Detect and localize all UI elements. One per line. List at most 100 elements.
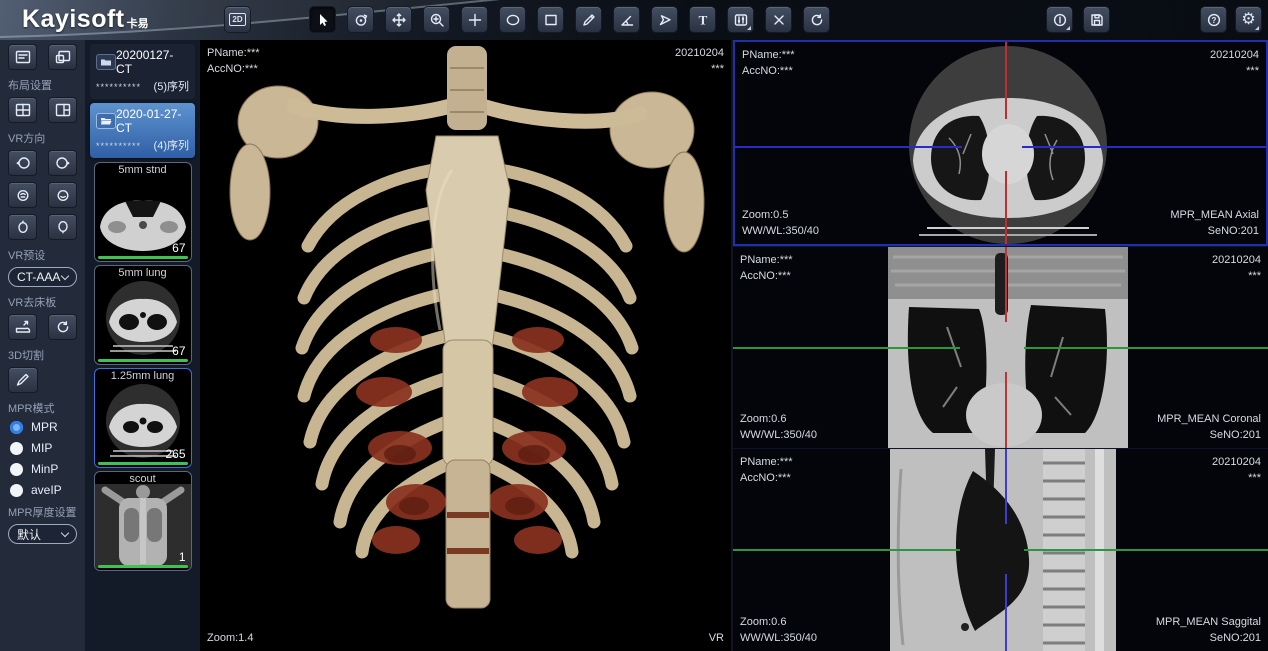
mpr-patient-overlay: PName:*** AccNO:*** <box>742 47 795 79</box>
save-button[interactable] <box>1083 6 1110 33</box>
vr-head-right-button[interactable] <box>48 150 77 176</box>
crosshair-horizontal-green[interactable] <box>1024 347 1268 349</box>
vr-bed-row <box>0 314 85 340</box>
crosshair-tool-button[interactable] <box>461 6 488 33</box>
thumbnail-scout[interactable]: scout 1 <box>94 471 192 571</box>
thumbnail-5mm-stnd[interactable]: 5mm stnd 67 <box>94 162 192 262</box>
head-superior-icon <box>14 219 32 235</box>
mpr-thickness-select[interactable]: 默认 <box>8 524 77 544</box>
vr-head-anterior-button[interactable] <box>8 182 37 208</box>
radio-selected-icon <box>10 421 23 434</box>
head-posterior-icon <box>54 187 72 203</box>
screen-layout-button[interactable] <box>8 44 37 70</box>
scalpel-icon <box>14 372 32 388</box>
left-sidebar: 布局设置 VR方向 <box>0 40 85 651</box>
delete-tool-button[interactable] <box>765 6 792 33</box>
crosshair-vertical-blue[interactable] <box>1005 574 1007 651</box>
crosshair-horizontal-green[interactable] <box>733 347 960 349</box>
mpr-date: 20210204 <box>1212 454 1261 470</box>
reset-icon <box>54 319 72 335</box>
rectangle-tool-button[interactable] <box>537 6 564 33</box>
mpr-pname: PName:*** <box>740 454 793 470</box>
crosshair-vertical-red[interactable] <box>1005 42 1007 119</box>
crosshair-horizontal-green[interactable] <box>1024 549 1268 551</box>
mpr-mode-option-mip[interactable]: MIP <box>10 441 85 455</box>
vr-mode-overlay: VR <box>709 630 724 646</box>
mpr-coronal-viewport[interactable]: PName:*** AccNO:*** 20210204 *** Zoom:0.… <box>733 246 1268 450</box>
vr-viewport[interactable]: PName:*** AccNO:*** 20210204 *** Zoom:1.… <box>200 40 733 651</box>
pencil-icon <box>581 12 597 28</box>
report-layout-button[interactable] <box>48 44 77 70</box>
mpr-thickness-value: 默认 <box>17 526 41 543</box>
series-item-2-selected[interactable]: 2020-01-27-CT ********** (4)序列 <box>90 103 195 158</box>
help-button[interactable]: ? <box>1200 6 1227 33</box>
grid-2x2-button[interactable] <box>8 97 37 123</box>
app-logo-text: Kayisoft <box>22 5 125 34</box>
crosshair-vertical-red[interactable] <box>1005 171 1007 244</box>
thumbnail-1-25mm-lung-selected[interactable]: 1.25mm lung 265 <box>94 368 192 468</box>
reset-tool-button[interactable] <box>803 6 830 33</box>
scroll-tool-button[interactable] <box>347 6 374 33</box>
radio-icon <box>10 484 23 497</box>
thumbnail-slice-number: 1 <box>179 550 186 564</box>
grid-1-2-icon <box>54 102 72 118</box>
mpr-thickness-label: MPR厚度设置 <box>8 504 85 520</box>
mpr-pname: PName:*** <box>742 47 795 63</box>
mpr-date: 20210204 <box>1210 47 1259 63</box>
vr-head-posterior-button[interactable] <box>48 182 77 208</box>
vr-head-left-button[interactable] <box>8 150 37 176</box>
vr-head-superior-button[interactable] <box>8 214 37 240</box>
ellipse-icon <box>505 12 521 28</box>
grid-1-2-button[interactable] <box>48 97 77 123</box>
mpr-mode-option-aveip[interactable]: aveIP <box>10 483 85 497</box>
crosshair-vertical-blue[interactable] <box>1005 449 1007 524</box>
zoom-tool-button[interactable] <box>423 6 450 33</box>
bed-reset-button[interactable] <box>48 314 77 340</box>
text-tool-button[interactable]: T <box>689 6 716 33</box>
thumbnail-slice-number: 265 <box>165 447 185 461</box>
scalpel-button[interactable] <box>8 367 38 393</box>
mpr-stars: *** <box>1210 63 1259 79</box>
remove-bed-button[interactable] <box>8 314 37 340</box>
head-right-icon <box>54 155 72 171</box>
info-button[interactable] <box>1046 6 1073 33</box>
crosshair-icon <box>467 12 483 28</box>
series-item-1[interactable]: 20200127-CT ********** (5)序列 <box>90 44 195 99</box>
settings-button[interactable]: ⚙ <box>1235 6 1262 33</box>
mpr-sagittal-viewport[interactable]: PName:*** AccNO:*** 20210204 *** Zoom:0.… <box>733 449 1268 651</box>
thumbnail-5mm-lung[interactable]: 5mm lung 67 <box>94 265 192 365</box>
mpr-pname: PName:*** <box>740 252 793 268</box>
window-level-tool-button[interactable] <box>727 6 754 33</box>
crosshair-vertical-red[interactable] <box>1005 247 1007 322</box>
vr-head-inferior-button[interactable] <box>48 214 77 240</box>
crosshair-horizontal-blue[interactable] <box>1022 146 1266 148</box>
radio-icon <box>10 442 23 455</box>
text-icon: T <box>695 12 711 28</box>
screen-layout-icon <box>14 49 32 65</box>
ellipse-tool-button[interactable] <box>499 6 526 33</box>
mpr-mode-option-minp[interactable]: MinP <box>10 462 85 476</box>
pointer-tool-button[interactable] <box>309 6 336 33</box>
vr-accno: AccNO:*** <box>207 61 260 77</box>
series-title: 2020-01-27-CT <box>116 107 189 135</box>
pan-tool-button[interactable] <box>385 6 412 33</box>
angle-tool-button[interactable] <box>613 6 640 33</box>
mpr-accno: AccNO:*** <box>740 470 793 486</box>
vr-zoom-overlay: Zoom:1.4 <box>207 630 253 646</box>
vr-preset-select[interactable]: CT-AAA <box>8 267 77 287</box>
mpr-zoom-overlay: Zoom:0.5 WW/WL:350/40 <box>742 207 819 239</box>
arrow-annotation-tool-button[interactable] <box>651 6 678 33</box>
vr-direction-row-1 <box>0 150 85 176</box>
vr-date: 20210204 <box>675 45 724 61</box>
mpr-axial-viewport[interactable]: PName:*** AccNO:*** 20210204 *** Zoom:0.… <box>733 40 1268 246</box>
tool-2d-button[interactable]: 2D <box>224 6 251 33</box>
mpr-mode-option-mpr[interactable]: MPR <box>10 420 85 434</box>
crosshair-vertical-red[interactable] <box>1005 372 1007 449</box>
gear-icon: ⚙ <box>1241 12 1255 28</box>
toolbar-divider <box>262 6 298 33</box>
mpr-mode-label: MPR模式 <box>8 400 85 416</box>
crosshair-horizontal-green[interactable] <box>733 549 960 551</box>
pencil-tool-button[interactable] <box>575 6 602 33</box>
crosshair-horizontal-blue[interactable] <box>735 146 962 148</box>
head-left-icon <box>14 155 32 171</box>
